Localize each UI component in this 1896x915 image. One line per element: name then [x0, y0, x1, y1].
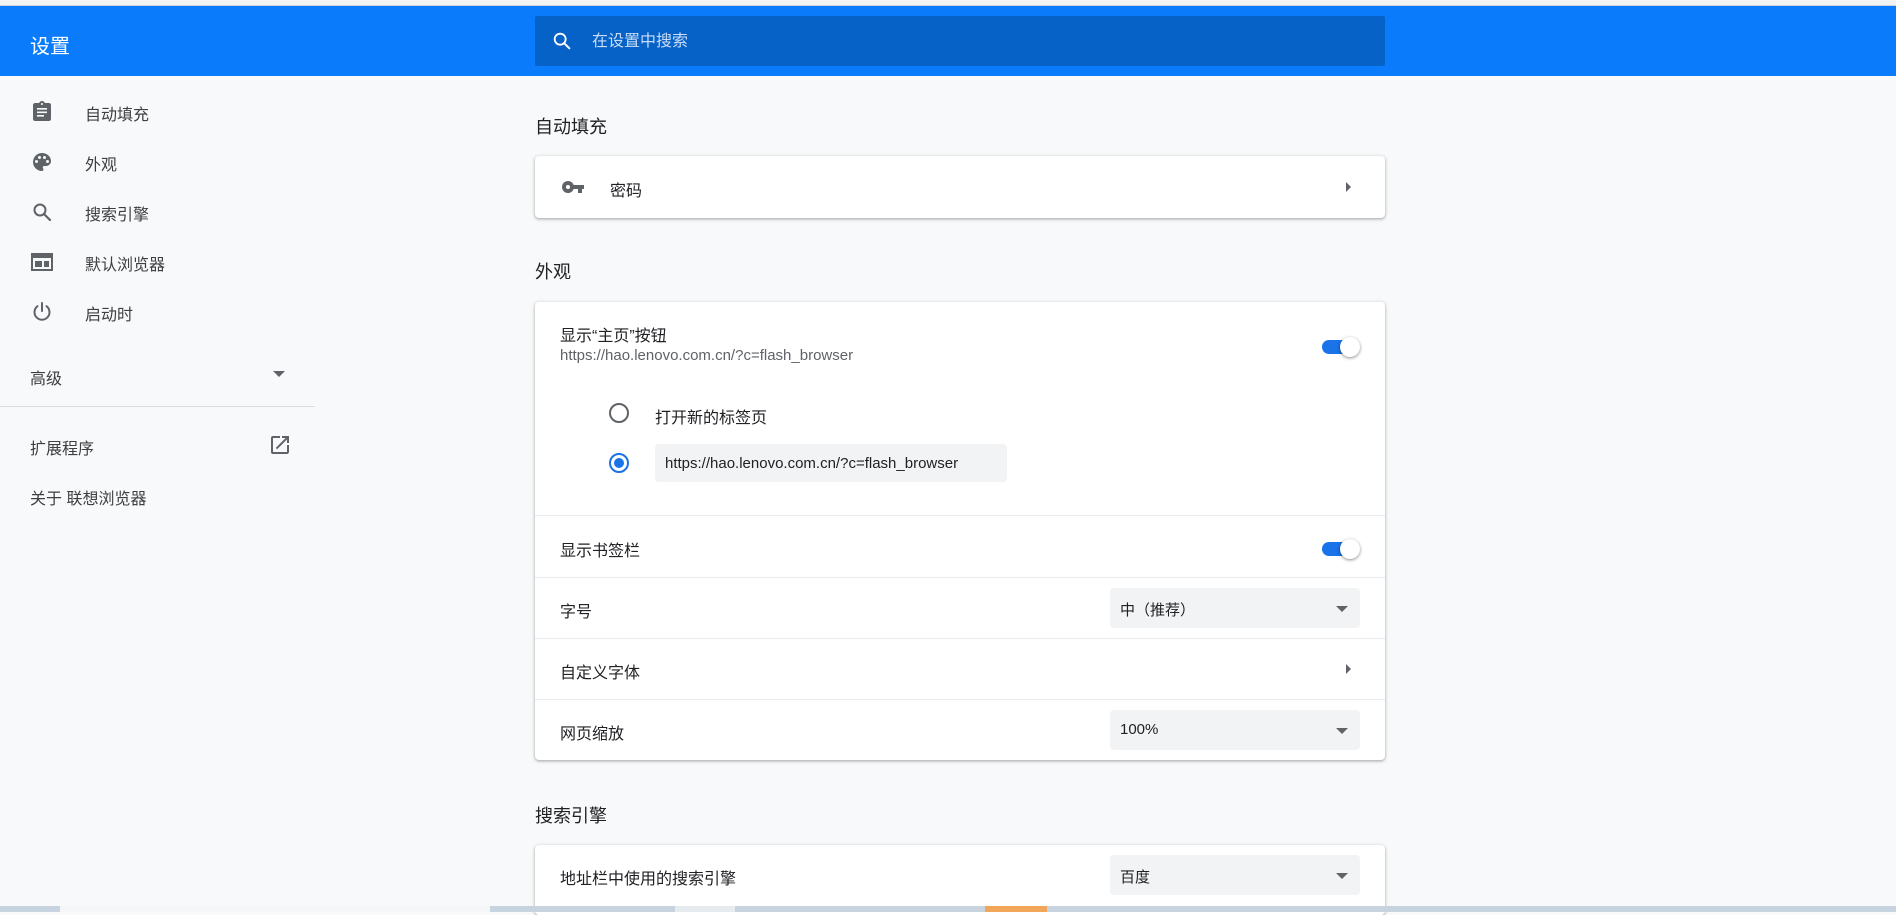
advanced-label: 高级 [30, 371, 63, 388]
row-divider [535, 515, 1385, 516]
open-in-new-icon [271, 436, 289, 454]
taskbar-strip [0, 906, 1896, 912]
autofill-card: 密码 [535, 156, 1385, 218]
sidebar-item-label: 启动时 [85, 307, 134, 324]
row-divider [535, 577, 1385, 578]
sidebar-item-on-startup[interactable]: 启动时 [0, 288, 315, 334]
home-url-input[interactable] [655, 444, 1007, 482]
browser-window-icon [31, 253, 53, 271]
page-zoom-select[interactable]: 100% [1110, 710, 1360, 750]
sidebar-item-autofill[interactable]: 自动填充 [0, 88, 315, 134]
search-input[interactable] [590, 16, 1354, 68]
palette-icon [33, 153, 51, 171]
section-title-appearance: 外观 [535, 262, 571, 282]
toggle-knob [1340, 337, 1360, 357]
sidebar-item-search-engine[interactable]: 搜索引擎 [0, 188, 315, 234]
passwords-row[interactable]: 密码 [535, 156, 1385, 218]
home-button-label: 显示“主页”按钮 [560, 328, 667, 345]
sidebar-item-label: 外观 [85, 157, 118, 174]
key-icon [561, 181, 584, 193]
font-size-label: 字号 [560, 604, 593, 621]
dropdown-arrow-icon [1336, 606, 1348, 612]
passwords-label: 密码 [610, 183, 643, 200]
page-zoom-label: 网页缩放 [560, 726, 625, 743]
toggle-knob [1340, 539, 1360, 559]
chevron-right-icon [1346, 182, 1351, 192]
power-icon [33, 302, 51, 321]
header-bar: 设置 [0, 6, 1896, 76]
chevron-down-icon [273, 371, 285, 377]
bookmarks-bar-toggle[interactable] [1320, 537, 1360, 559]
sidebar-item-appearance[interactable]: 外观 [0, 138, 315, 184]
bookmarks-bar-label: 显示书签栏 [560, 543, 641, 560]
custom-fonts-label: 自定义字体 [560, 665, 641, 682]
search-icon [553, 32, 571, 50]
search-engine-value: 百度 [1120, 869, 1151, 886]
radio-dot [614, 458, 624, 468]
home-button-url: https://hao.lenovo.com.cn/?c=flash_brows… [560, 347, 854, 364]
clipboard-icon [33, 101, 51, 121]
sidebar-item-label: 搜索引擎 [85, 207, 150, 224]
taskbar-segment [675, 906, 735, 912]
taskbar-segment [60, 906, 490, 912]
about-label: 关于 联想浏览器 [30, 491, 147, 508]
radio-new-tab[interactable] [609, 403, 629, 423]
page-title: 设置 [30, 36, 70, 58]
row-divider [535, 699, 1385, 700]
sidebar-divider [0, 406, 315, 407]
section-title-search-engine: 搜索引擎 [535, 806, 607, 826]
sidebar-item-label: 默认浏览器 [85, 257, 166, 274]
section-title-autofill: 自动填充 [535, 117, 607, 137]
extensions-label: 扩展程序 [30, 441, 95, 458]
search-engine-card: 地址栏中使用的搜索引擎 百度 [535, 845, 1385, 915]
search-icon [33, 203, 52, 222]
dropdown-arrow-icon [1336, 728, 1348, 734]
home-button-toggle[interactable] [1320, 335, 1360, 357]
dropdown-arrow-icon [1336, 873, 1348, 879]
appearance-card: 显示“主页”按钮 https://hao.lenovo.com.cn/?c=fl… [535, 302, 1385, 760]
chevron-right-icon [1346, 664, 1351, 674]
radio-new-tab-label: 打开新的标签页 [655, 410, 768, 427]
sidebar-item-extensions[interactable]: 扩展程序 [0, 422, 315, 468]
sidebar-advanced-toggle[interactable]: 高级 [0, 352, 315, 398]
search-engine-select[interactable]: 百度 [1110, 855, 1360, 895]
taskbar-segment [985, 906, 1047, 912]
sidebar-item-label: 自动填充 [85, 107, 150, 124]
custom-fonts-row[interactable]: 自定义字体 [535, 639, 1385, 699]
font-size-select[interactable]: 中（推荐） [1110, 588, 1360, 628]
sidebar-item-default-browser[interactable]: 默认浏览器 [0, 238, 315, 284]
search-box[interactable] [535, 16, 1385, 68]
sidebar-item-about[interactable]: 关于 联想浏览器 [0, 472, 315, 518]
address-bar-engine-label: 地址栏中使用的搜索引擎 [560, 871, 737, 888]
page-zoom-value: 100% [1120, 721, 1159, 738]
radio-custom-url[interactable] [609, 453, 629, 473]
font-size-value: 中（推荐） [1120, 602, 1196, 619]
